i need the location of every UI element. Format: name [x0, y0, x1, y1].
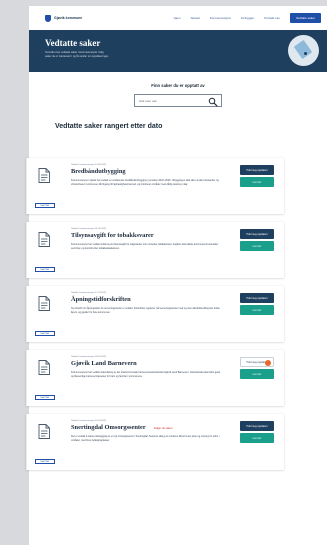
follow-case-button[interactable]: Hold meg oppdatert [240, 293, 274, 303]
case-card: Les mer Vedtatt i kommunestyret 14.06.20… [26, 158, 284, 214]
case-date: Vedtatt i kommunestyret 31.05.2023 [71, 228, 107, 230]
case-description: Ny forskrift om åpningstider for serveri… [71, 307, 220, 314]
case-title-text: Åpningstidforskriften [71, 296, 131, 303]
case-list: Les mer Vedtatt i kommunestyret 14.06.20… [26, 158, 284, 478]
read-more-link[interactable]: Les mer [35, 395, 55, 400]
top-nav: Gjøvik kommune Hjem Aktuelt Kommunestyre… [29, 6, 327, 30]
search-input[interactable] [139, 98, 205, 103]
nav-button-vedtatte-saker[interactable]: Vedtatte saker [289, 13, 321, 23]
case-date: Vedtatt i kommunestyret 14.06.2023 [71, 164, 107, 166]
case-card: Les mer Vedtatt i kommunestyret 03.05.20… [26, 350, 284, 406]
case-card: Les mer Vedtatt i kommunestyret 19.04.20… [26, 414, 284, 470]
nav-links: Hjem Aktuelt Kommunestyret Innbygger Kon… [174, 13, 321, 23]
follow-case-button[interactable]: Hold meg oppdatert [240, 229, 274, 239]
case-title[interactable]: Åpningstidforskriften [71, 296, 131, 303]
follow-case-button[interactable]: Hold meg oppdatert [240, 357, 274, 367]
read-case-button[interactable]: Les mer [240, 241, 274, 251]
read-more-link[interactable]: Les mer [35, 267, 55, 272]
document-icon [38, 232, 50, 247]
case-description: Kommunestyret i Gjøvik har vedtatt en om… [71, 179, 219, 186]
document-icon [38, 296, 50, 311]
document-illustration-icon [288, 35, 319, 66]
logo[interactable]: Gjøvik kommune [45, 14, 83, 22]
read-case-button[interactable]: Les mer [240, 305, 274, 315]
document-icon [38, 168, 50, 183]
case-title-text: Bredbåndutbygging [71, 168, 126, 175]
case-title-text: Tilsynsavgift for tobakksvarer [71, 232, 154, 239]
search-icon[interactable] [208, 97, 218, 107]
case-title-text: Gjøvik Land Barnevern [71, 360, 137, 367]
page-title: Vedtatte saker [45, 38, 101, 48]
case-description: Det er vedtatt å starte planlegging av e… [71, 435, 220, 442]
coat-of-arms-icon [45, 14, 51, 22]
case-title[interactable]: Gjøvik Land Barnevern [71, 360, 137, 367]
case-card: Les mer Vedtatt i kommunestyret 17.05.20… [26, 286, 284, 342]
follow-case-button[interactable]: Hold meg oppdatert [240, 421, 274, 431]
follow-case-button[interactable]: Hold meg oppdatert [240, 165, 274, 175]
case-date: Vedtatt i kommunestyret 03.05.2023 [71, 356, 107, 358]
read-more-link[interactable]: Les mer [35, 331, 55, 336]
hero-subtitle: Oversikt over vedtatte saker i kommunest… [45, 51, 109, 58]
case-title[interactable]: Tilsynsavgift for tobakksvarer [71, 232, 154, 239]
notification-bell-icon [265, 360, 271, 366]
case-title[interactable]: Bredbåndutbygging [71, 168, 126, 175]
case-description: Kommunestyret har vedtatt innføring av t… [71, 243, 219, 250]
nav-link-kommunestyret[interactable]: Kommunestyret [210, 16, 231, 20]
read-case-button[interactable]: Les mer [240, 369, 274, 379]
case-title[interactable]: Snertingdal Omsorgssenter Følger du saken [71, 424, 172, 431]
logo-text: Gjøvik kommune [54, 16, 83, 20]
read-case-button[interactable]: Les mer [240, 177, 274, 187]
section-title: Vedtatte saker rangert etter dato [55, 123, 163, 130]
search-box [134, 94, 222, 107]
nav-link-kontakt[interactable]: Kontakt oss [264, 16, 280, 20]
case-card: Les mer Vedtatt i kommunestyret 31.05.20… [26, 222, 284, 278]
hero-banner: Vedtatte saker Oversikt over vedtatte sa… [29, 30, 327, 72]
following-badge: Følger du saken [153, 427, 173, 430]
document-icon [38, 360, 50, 375]
search-label: Finn saker du er opptatt av [151, 83, 205, 88]
read-more-link[interactable]: Les mer [35, 459, 55, 464]
nav-link-hjem[interactable]: Hjem [174, 16, 181, 20]
nav-link-aktuelt[interactable]: Aktuelt [191, 16, 200, 20]
nav-link-innbygger[interactable]: Innbygger [241, 16, 254, 20]
document-icon [38, 424, 50, 439]
case-title-text: Snertingdal Omsorgssenter [71, 424, 146, 431]
case-date: Vedtatt i kommunestyret 19.04.2023 [71, 420, 107, 422]
case-date: Vedtatt i kommunestyret 17.05.2023 [71, 292, 107, 294]
case-description: Kommunestyret har vedtatt videreføring a… [71, 371, 221, 378]
read-case-button[interactable]: Les mer [240, 433, 274, 443]
read-more-link[interactable]: Les mer [35, 203, 55, 208]
